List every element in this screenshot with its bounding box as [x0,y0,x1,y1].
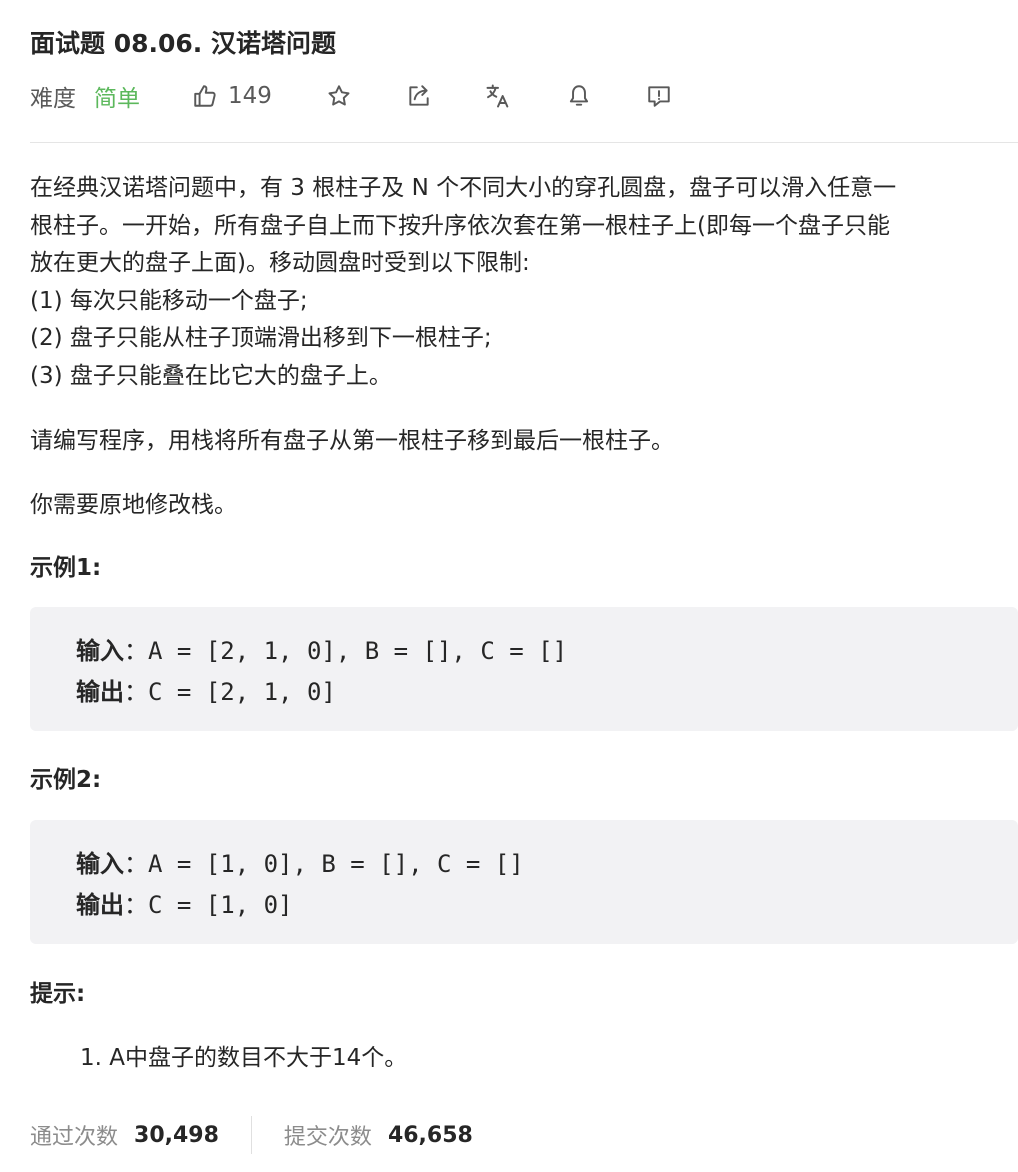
problem-description: 在经典汉诺塔问题中，有 3 根柱子及 N 个不同大小的穿孔圆盘，盘子可以滑入任意… [30,170,1018,395]
example-1-output: 输出：C = [2, 1, 0] [76,672,336,707]
example-1-code-block: 输入：A = [2, 1, 0], B = [], C = [] 输出：C = … [30,607,1018,731]
example-2-code-block: 输入：A = [1, 0], B = [], C = [] 输出：C = [1,… [30,820,1018,944]
feedback-button[interactable] [646,83,672,109]
hints-heading: 提示: [30,981,86,1007]
example-1-heading: 示例1: [30,555,102,581]
favorite-button[interactable] [326,83,352,109]
input-label: 输入 [76,850,124,878]
header-divider [30,142,1018,143]
submitted-count: 46,658 [387,1122,473,1148]
example-1-input: 输入：A = [2, 1, 0], B = [], C = [] [76,631,567,666]
example-2-input: 输入：A = [1, 0], B = [], C = [] [76,844,524,879]
notify-button[interactable] [566,83,592,109]
output-label: 输出 [76,678,124,706]
input-label: 输入 [76,637,124,665]
like-button[interactable]: 149 [192,83,272,109]
example-2-heading: 示例2: [30,767,102,793]
star-icon [326,83,352,109]
share-button[interactable] [406,83,432,109]
hint-item: 1. A中盘子的数目不大于14个。 [80,1045,408,1071]
submitted-label: 提交次数 [283,1125,372,1150]
bell-icon [566,83,592,109]
output-value: ：C = [1, 0] [124,891,293,919]
translate-icon [484,82,512,110]
share-icon [406,83,432,109]
input-value: ：A = [1, 0], B = [], C = [] [124,850,524,878]
problem-meta-bar: 难度 简单 149 [30,78,672,114]
task-statement: 请编写程序，用栈将所有盘子从第一根柱子移到最后一根柱子。 [30,428,674,454]
description-line: 放在更大的盘子上面)。移动圆盘时受到以下限制: [30,250,530,276]
description-line: 根柱子。一开始，所有盘子自上而下按升序依次套在第一根柱子上(即每一个盘子只能 [30,212,890,239]
submission-stats: 通过次数 30,498 提交次数 46,658 [30,1116,473,1154]
output-label: 输出 [76,891,124,919]
stats-divider [250,1116,252,1154]
accepted-label: 通过次数 [30,1125,119,1150]
description-line: (2) 盘子只能从柱子顶端滑出移到下一根柱子; [30,325,492,351]
feedback-icon [646,83,672,109]
description-line: 在经典汉诺塔问题中，有 3 根柱子及 N 个不同大小的穿孔圆盘，盘子可以滑入任意… [30,175,897,201]
description-line: (3) 盘子只能叠在比它大的盘子上。 [30,362,392,389]
input-value: ：A = [2, 1, 0], B = [], C = [] [124,637,568,665]
accepted-count: 30,498 [134,1122,219,1148]
difficulty-badge: 简单 [94,86,140,112]
description-line: (1) 每次只能移动一个盘子; [30,287,308,314]
problem-title: 面试题 08.06. 汉诺塔问题 [30,29,336,58]
thumbs-up-icon [192,83,218,109]
example-2-output: 输出：C = [1, 0] [76,885,293,920]
output-value: ：C = [2, 1, 0] [124,678,336,706]
like-count: 149 [228,83,272,109]
difficulty-label: 难度 [30,86,76,112]
in-place-note: 你需要原地修改栈。 [30,492,237,518]
translate-button[interactable] [484,82,512,110]
